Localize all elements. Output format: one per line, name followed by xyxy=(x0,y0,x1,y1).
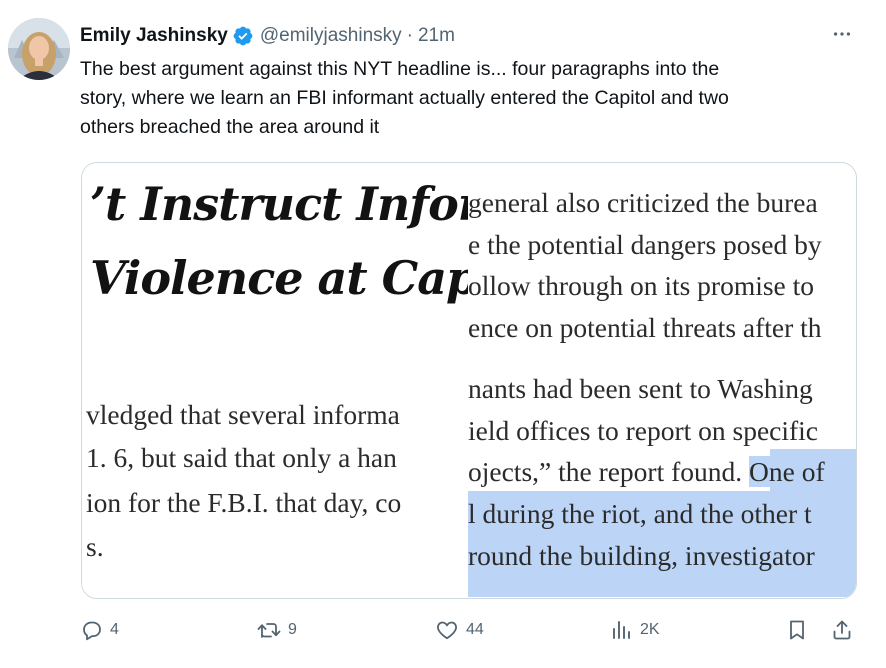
views-chart-icon xyxy=(613,621,630,639)
media-right-clip: general also criticized the burea e the … xyxy=(468,163,856,598)
repost-icon xyxy=(257,623,281,638)
article-line: general also criticized the burea xyxy=(468,187,818,218)
article-line: nants had been sent to Washing xyxy=(468,373,813,404)
article-line: s. xyxy=(86,531,104,562)
reply-button[interactable]: 4 xyxy=(80,618,119,642)
article-text: ojects,” the report found. xyxy=(468,456,750,487)
like-count: 44 xyxy=(466,621,484,638)
article-line: vledged that several informa xyxy=(86,399,400,430)
tweet-header: Emily Jashinsky @emilyjashinsky · 21m xyxy=(80,22,455,50)
avatar[interactable] xyxy=(8,18,70,80)
headline-line: ’t Instruct Inform xyxy=(90,177,468,231)
article-line: ield offices to report on specific xyxy=(468,415,818,446)
headline-line: Violence at Capi xyxy=(90,251,468,305)
more-icon xyxy=(833,32,851,36)
like-button[interactable]: 44 xyxy=(434,618,484,642)
tweet-actions: 4 9 44 2K xyxy=(0,612,886,652)
article-line: 1. 6, but said that only a han xyxy=(86,442,397,473)
tweet-media-image[interactable]: ’t Instruct Inform Violence at Capi vled… xyxy=(81,162,857,599)
author-name[interactable]: Emily Jashinsky xyxy=(80,25,228,47)
tweet-line: others breached the area around it xyxy=(80,116,380,138)
media-left-clip: ’t Instruct Inform Violence at Capi vled… xyxy=(82,163,468,598)
reply-count: 4 xyxy=(110,621,119,638)
article-line: e the potential dangers posed by xyxy=(468,229,822,260)
share-icon xyxy=(833,620,851,640)
repost-count: 9 xyxy=(288,621,297,638)
avatar-photo xyxy=(8,18,70,80)
article-line: ion for the F.B.I. that day, co xyxy=(86,487,402,518)
views-count: 2K xyxy=(640,621,660,638)
bookmark-icon xyxy=(790,620,804,640)
heart-icon xyxy=(437,621,457,640)
article-line: ollow through on its promise to xyxy=(468,270,815,301)
reply-icon xyxy=(83,621,101,641)
author-handle[interactable]: @emilyjashinsky xyxy=(260,25,402,47)
views-button[interactable]: 2K xyxy=(610,618,660,642)
more-options-button[interactable] xyxy=(826,20,858,48)
article-line: ence on potential threats after th xyxy=(468,312,822,343)
timestamp[interactable]: 21m xyxy=(418,25,455,47)
share-button[interactable] xyxy=(830,618,854,642)
tweet-line: The best argument against this NYT headl… xyxy=(80,58,720,80)
highlighted-line: l during the riot, and the other t xyxy=(468,498,812,529)
highlighted-text: One of xyxy=(749,456,825,487)
separator: · xyxy=(406,25,413,46)
repost-button[interactable]: 9 xyxy=(256,618,297,642)
highlighted-line: round the building, investigator xyxy=(468,540,815,571)
verified-badge-icon xyxy=(233,26,253,46)
tweet-line: story, where we learn an FBI informant a… xyxy=(80,87,729,109)
bookmark-button[interactable] xyxy=(785,618,809,642)
article-line: ojects,” the report found. One of xyxy=(468,456,825,488)
tweet-text: The best argument against this NYT headl… xyxy=(80,55,870,142)
